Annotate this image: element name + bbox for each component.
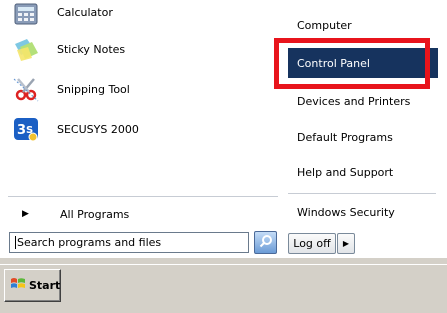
- program-label: Calculator: [57, 5, 113, 19]
- search-button[interactable]: [254, 231, 277, 254]
- all-programs-label: All Programs: [60, 207, 130, 221]
- text-caret: [15, 236, 16, 249]
- snipping-tool-icon: [12, 75, 40, 103]
- arrow-right-icon: ▶: [342, 239, 350, 248]
- search-placeholder: Search programs and files: [17, 236, 162, 249]
- highlight-frame: [274, 38, 430, 89]
- program-item-snipping-tool[interactable]: Snipping Tool: [8, 74, 276, 104]
- secusys-icon: 3 S: [12, 115, 40, 143]
- log-off-button[interactable]: Log off: [288, 233, 336, 254]
- windows-logo-icon: [10, 277, 26, 294]
- menu-item-computer[interactable]: Computer: [288, 10, 438, 40]
- programs-separator: [8, 196, 278, 197]
- sticky-notes-icon: [12, 35, 40, 63]
- start-menu-programs-pane: Calculator Sticky Notes Snipping Tool 3 …: [0, 0, 282, 258]
- program-label: SECUSYS 2000: [57, 122, 139, 136]
- start-label: Start: [29, 279, 61, 292]
- program-item-secusys-2000[interactable]: 3 S SECUSYS 2000: [8, 114, 276, 144]
- program-item-sticky-notes[interactable]: Sticky Notes: [8, 34, 276, 64]
- magnifier-icon: [259, 234, 273, 251]
- program-label: Sticky Notes: [57, 42, 126, 56]
- program-item-calculator[interactable]: Calculator: [8, 0, 276, 27]
- menu-item-devices-and-printers[interactable]: Devices and Printers: [288, 86, 438, 116]
- svg-text:3: 3: [17, 123, 26, 138]
- arrow-right-icon: ▶: [22, 209, 29, 219]
- menu-item-windows-security[interactable]: Windows Security: [288, 197, 438, 227]
- menu-item-help-and-support[interactable]: Help and Support: [288, 157, 438, 187]
- all-programs-button[interactable]: ▶ All Programs: [22, 203, 272, 225]
- calculator-icon: [12, 0, 40, 26]
- log-off-options-button[interactable]: ▶: [337, 233, 355, 254]
- program-label: Snipping Tool: [57, 82, 130, 96]
- places-separator: [288, 193, 436, 194]
- menu-item-default-programs[interactable]: Default Programs: [288, 122, 438, 152]
- search-input[interactable]: Search programs and files: [9, 232, 249, 253]
- taskbar: Start: [0, 264, 447, 313]
- start-button[interactable]: Start: [4, 269, 61, 302]
